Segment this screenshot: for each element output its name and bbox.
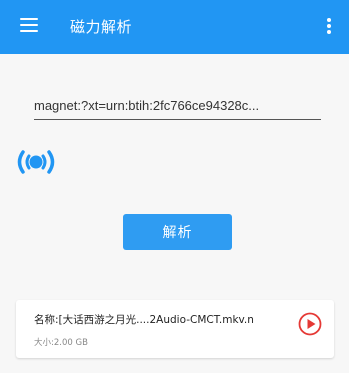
radio-waves-icon[interactable]	[14, 146, 58, 178]
play-circle-icon[interactable]	[298, 312, 322, 336]
page-title: 磁力解析	[70, 18, 133, 36]
result-card[interactable]: 名称:[大话西游之月光....2Audio-CMCT.mkv.n 大小:2.00…	[16, 300, 334, 358]
app-bar: 磁力解析	[0, 0, 349, 54]
file-size: 大小:2.00 GB	[34, 338, 88, 348]
input-underline	[34, 119, 321, 120]
parse-button[interactable]: 解析	[123, 214, 232, 250]
hamburger-icon[interactable]	[20, 18, 38, 32]
more-vertical-icon[interactable]	[327, 18, 331, 34]
file-name: 名称:[大话西游之月光....2Audio-CMCT.mkv.n	[34, 314, 254, 326]
magnet-input-wrapper	[34, 92, 321, 122]
parse-button-label: 解析	[162, 225, 193, 241]
magnet-input[interactable]	[34, 92, 321, 118]
